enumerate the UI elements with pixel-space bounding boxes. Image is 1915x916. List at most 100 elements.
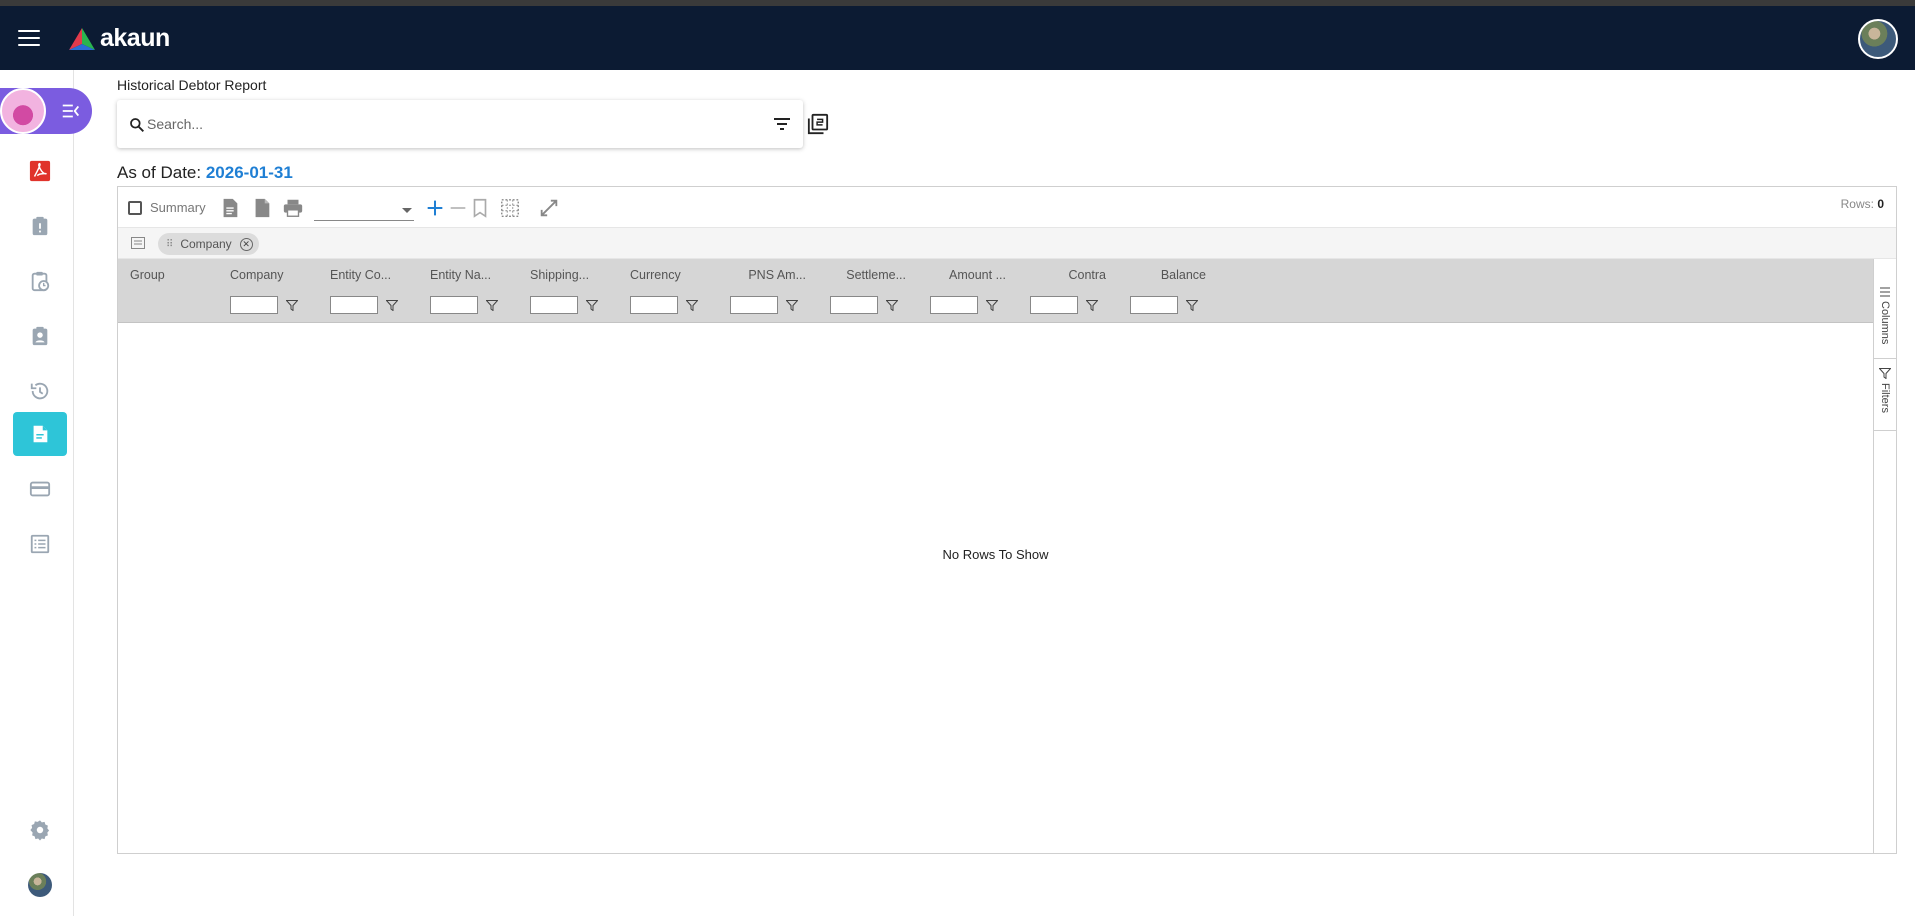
filter-input[interactable] — [730, 296, 778, 314]
sidebar-item-profile[interactable] — [13, 863, 67, 907]
column-header-currency[interactable]: Currency — [618, 259, 718, 291]
filter-settlement — [818, 296, 918, 318]
column-header-shipping[interactable]: Shipping... — [518, 259, 618, 291]
user-avatar[interactable] — [1858, 19, 1898, 59]
funnel-icon[interactable] — [686, 300, 698, 311]
list-icon — [30, 534, 50, 554]
copy-report-icon[interactable] — [807, 113, 829, 135]
row-group-panel: ⠿ Company ✕ — [118, 227, 1896, 259]
sidebar-item-clipboard-clock[interactable] — [13, 259, 67, 303]
sidebar-item-pdf[interactable] — [13, 149, 67, 193]
drag-handle-icon[interactable]: ⠿ — [166, 239, 173, 250]
sidebar-item-settings[interactable] — [13, 808, 67, 852]
filter-list-icon[interactable] — [774, 118, 790, 130]
column-header-amount[interactable]: Amount ... — [918, 259, 1018, 291]
summary-checkbox[interactable] — [128, 201, 142, 215]
close-icon[interactable]: ✕ — [239, 237, 253, 251]
column-header-company[interactable]: Company — [218, 259, 318, 291]
filter-contra — [1018, 296, 1118, 318]
collapse-menu-icon[interactable] — [60, 100, 82, 122]
column-header-settlement[interactable]: Settleme... — [818, 259, 918, 291]
funnel-icon[interactable] — [286, 300, 298, 311]
history-icon — [30, 382, 49, 400]
sidebar-item-list[interactable] — [13, 522, 67, 566]
app-switcher-badge[interactable] — [0, 88, 92, 134]
funnel-icon[interactable] — [986, 300, 998, 311]
row-group-icon — [131, 237, 145, 249]
summary-label: Summary — [150, 200, 206, 215]
app-name: akaun — [100, 24, 170, 52]
rows-label: Rows: — [1840, 197, 1874, 211]
left-sidebar — [0, 70, 92, 916]
search-bar — [117, 100, 803, 148]
export-document-icon[interactable] — [219, 197, 241, 219]
funnel-icon[interactable] — [1086, 300, 1098, 311]
filter-currency — [618, 296, 718, 318]
filter-entity-code — [318, 296, 418, 318]
tab-filters[interactable]: Filters — [1874, 359, 1896, 431]
add-icon[interactable] — [424, 197, 446, 219]
search-input[interactable] — [147, 112, 747, 136]
grid-toolbar: Summary Rows: 0 — [118, 187, 1896, 227]
top-app-bar: akaun — [0, 6, 1915, 70]
fullscreen-icon[interactable] — [538, 197, 560, 219]
filter-input[interactable] — [630, 296, 678, 314]
remove-icon[interactable] — [447, 197, 469, 219]
report-grid: Summary Rows: 0 ⠿ Company ✕ Group Compan… — [117, 186, 1897, 854]
funnel-icon[interactable] — [586, 300, 598, 311]
as-of-date-value[interactable]: 2026-01-31 — [206, 163, 293, 182]
filter-input[interactable] — [1130, 296, 1178, 314]
clipboard-account-icon — [32, 326, 48, 346]
as-of-date: As of Date: 2026-01-31 — [117, 163, 293, 183]
funnel-icon[interactable] — [386, 300, 398, 311]
filter-balance — [1118, 296, 1218, 318]
group-chip-company[interactable]: ⠿ Company ✕ — [158, 233, 259, 255]
column-header-pns-amount[interactable]: PNS Am... — [718, 259, 818, 291]
pdf-app-icon — [29, 160, 51, 182]
export-file-icon[interactable] — [251, 197, 273, 219]
funnel-icon[interactable] — [486, 300, 498, 311]
tab-columns[interactable]: Columns — [1874, 279, 1896, 359]
page-title: Historical Debtor Report — [117, 77, 267, 93]
filter-input[interactable] — [830, 296, 878, 314]
app-logo[interactable]: akaun — [68, 24, 170, 53]
no-rows-message: No Rows To Show — [942, 547, 1049, 562]
sidebar-item-clipboard-account[interactable] — [13, 314, 67, 358]
layout-select[interactable] — [314, 199, 414, 221]
funnel-icon — [1879, 368, 1891, 379]
report-icon — [33, 425, 48, 443]
column-header-group[interactable]: Group — [118, 259, 218, 291]
columns-icon — [1880, 287, 1890, 297]
column-header-contra[interactable]: Contra — [1018, 259, 1118, 291]
filter-entity-name — [418, 296, 518, 318]
bookmark-icon[interactable] — [469, 197, 491, 219]
tab-columns-label: Columns — [1879, 301, 1891, 345]
sidebar-item-clipboard-alert[interactable] — [13, 204, 67, 248]
column-header-entity-name[interactable]: Entity Na... — [418, 259, 518, 291]
grid-select-icon[interactable] — [499, 197, 521, 219]
sidebar-item-history[interactable] — [13, 369, 67, 413]
filter-input[interactable] — [1030, 296, 1078, 314]
filter-amount — [918, 296, 1018, 318]
filter-pns-amount — [718, 296, 818, 318]
filter-input[interactable] — [230, 296, 278, 314]
sidebar-item-credit-card[interactable] — [13, 467, 67, 511]
print-icon[interactable] — [282, 197, 304, 219]
clipboard-clock-icon — [31, 271, 50, 292]
grid-side-panel: Columns Filters — [1873, 259, 1896, 853]
filter-input[interactable] — [930, 296, 978, 314]
clipboard-alert-icon — [32, 216, 48, 236]
filter-input[interactable] — [330, 296, 378, 314]
filter-company — [218, 296, 318, 318]
rows-count: 0 — [1877, 197, 1884, 211]
credit-card-icon — [29, 481, 51, 497]
column-header-entity-code[interactable]: Entity Co... — [318, 259, 418, 291]
funnel-icon[interactable] — [886, 300, 898, 311]
menu-icon[interactable] — [18, 30, 40, 46]
funnel-icon[interactable] — [786, 300, 798, 311]
funnel-icon[interactable] — [1186, 300, 1198, 311]
column-header-balance[interactable]: Balance — [1118, 259, 1218, 291]
filter-input[interactable] — [430, 296, 478, 314]
filter-input[interactable] — [530, 296, 578, 314]
sidebar-item-report[interactable] — [13, 412, 67, 456]
